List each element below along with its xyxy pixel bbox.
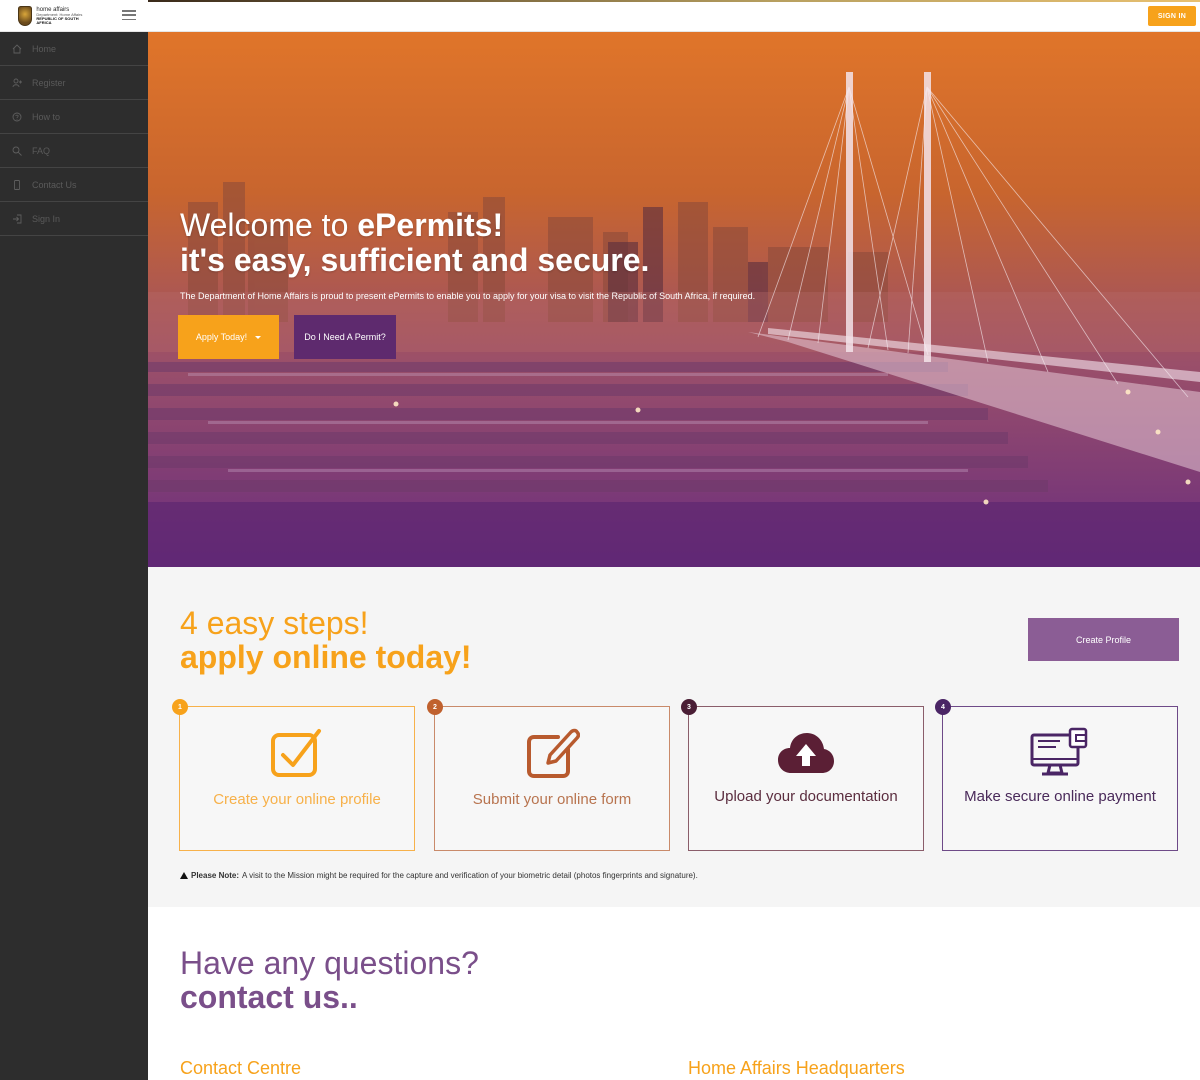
step-card-create-profile[interactable]: 1 Create your online profile	[172, 699, 415, 851]
register-icon	[12, 78, 22, 88]
create-profile-button[interactable]: Create Profile	[1028, 618, 1179, 661]
apply-today-label: Apply Today!	[195, 332, 248, 342]
coat-of-arms-icon	[18, 6, 33, 26]
hero-title: Welcome to ePermits!	[180, 207, 503, 244]
sidebar-item-label: FAQ	[32, 145, 51, 156]
sidebar-item-label: Register	[32, 77, 66, 88]
header-stripe	[148, 0, 1200, 2]
step-card-online-payment[interactable]: 4 Make secure online payment	[935, 699, 1178, 851]
top-bar: home affairs Department: Home Affairs RE…	[0, 0, 1200, 32]
search-icon	[12, 146, 22, 156]
contact-heading: Have any questions?	[180, 945, 479, 981]
warning-icon	[180, 872, 188, 879]
sidebar-item-faq[interactable]: FAQ	[0, 134, 148, 168]
payment-monitor-icon	[1030, 725, 1090, 781]
steps-subheading: apply online today!	[180, 639, 472, 675]
sidebar-item-register[interactable]: Register	[0, 66, 148, 100]
headquarters-title: Home Affairs Headquarters	[688, 1058, 905, 1078]
please-note: Please Note: A visit to the Mission migh…	[180, 871, 698, 880]
contact-section: Have any questions? contact us.. Contact…	[148, 907, 1200, 1080]
sidebar-item-label: Contact Us	[32, 179, 77, 190]
sidebar-item-home[interactable]: Home	[0, 32, 148, 66]
phone-icon	[12, 179, 22, 190]
step-number-badge: 1	[172, 699, 188, 715]
sign-in-icon	[12, 214, 22, 224]
contact-centre-title: Contact Centre	[180, 1058, 302, 1078]
step-card-upload-documentation[interactable]: 3 Upload your documentation	[681, 699, 924, 851]
sidebar-item-label: How to	[32, 111, 61, 122]
sidebar-item-label: Home	[32, 43, 57, 54]
sidebar-item-how-to[interactable]: How to	[0, 100, 148, 134]
sidebar-item-label: Sign In	[32, 213, 61, 224]
checkbox-icon	[267, 725, 327, 781]
step-text: Upload your documentation	[714, 788, 898, 805]
step-text: Submit your online form	[472, 791, 632, 808]
hero-title-bold: ePermits!	[357, 207, 504, 243]
step-number-badge: 4	[935, 699, 951, 715]
hero-banner: Welcome to ePermits! it's easy, sufficie…	[148, 32, 1200, 567]
need-permit-button[interactable]: Do I Need A Permit?	[294, 315, 396, 359]
menu-toggle-icon[interactable]	[122, 10, 136, 20]
hero-description: The Department of Home Affairs is proud …	[180, 291, 756, 301]
step-text: Make secure online payment	[964, 788, 1156, 805]
home-icon	[12, 43, 22, 54]
edit-form-icon	[522, 725, 582, 781]
step-number-badge: 3	[681, 699, 697, 715]
hero-title-prefix: Welcome to	[180, 207, 358, 243]
logo-text: home affairs Department: Home Affairs RE…	[36, 7, 88, 25]
cloud-upload-icon	[776, 725, 836, 781]
logo-line3: REPUBLIC OF SOUTH AFRICA	[36, 16, 79, 25]
step-card-submit-form[interactable]: 2 Submit your online form	[427, 699, 670, 851]
note-label: Please Note:	[191, 871, 240, 880]
step-text: Create your online profile	[213, 791, 381, 808]
home-affairs-logo[interactable]: home affairs Department: Home Affairs RE…	[18, 5, 88, 27]
sidebar-item-contact-us[interactable]: Contact Us	[0, 168, 148, 202]
hero-subtitle: it's easy, sufficient and secure.	[180, 242, 650, 278]
sidebar-item-sign-in[interactable]: Sign In	[0, 202, 148, 236]
step-number-badge: 2	[427, 699, 443, 715]
steps-heading: 4 easy steps!	[180, 605, 369, 641]
contact-subheading: contact us..	[180, 979, 358, 1015]
note-text: A visit to the Mission might be required…	[242, 871, 698, 880]
steps-section: 4 easy steps! apply online today! Create…	[148, 567, 1200, 907]
sidebar: Home Register How to FAQ Contact Us Sign…	[0, 32, 148, 1080]
apply-today-button[interactable]: Apply Today!	[178, 315, 279, 359]
chevron-down-icon	[255, 335, 262, 339]
sign-in-button[interactable]: SIGN IN	[1148, 6, 1196, 26]
help-icon	[12, 112, 22, 122]
